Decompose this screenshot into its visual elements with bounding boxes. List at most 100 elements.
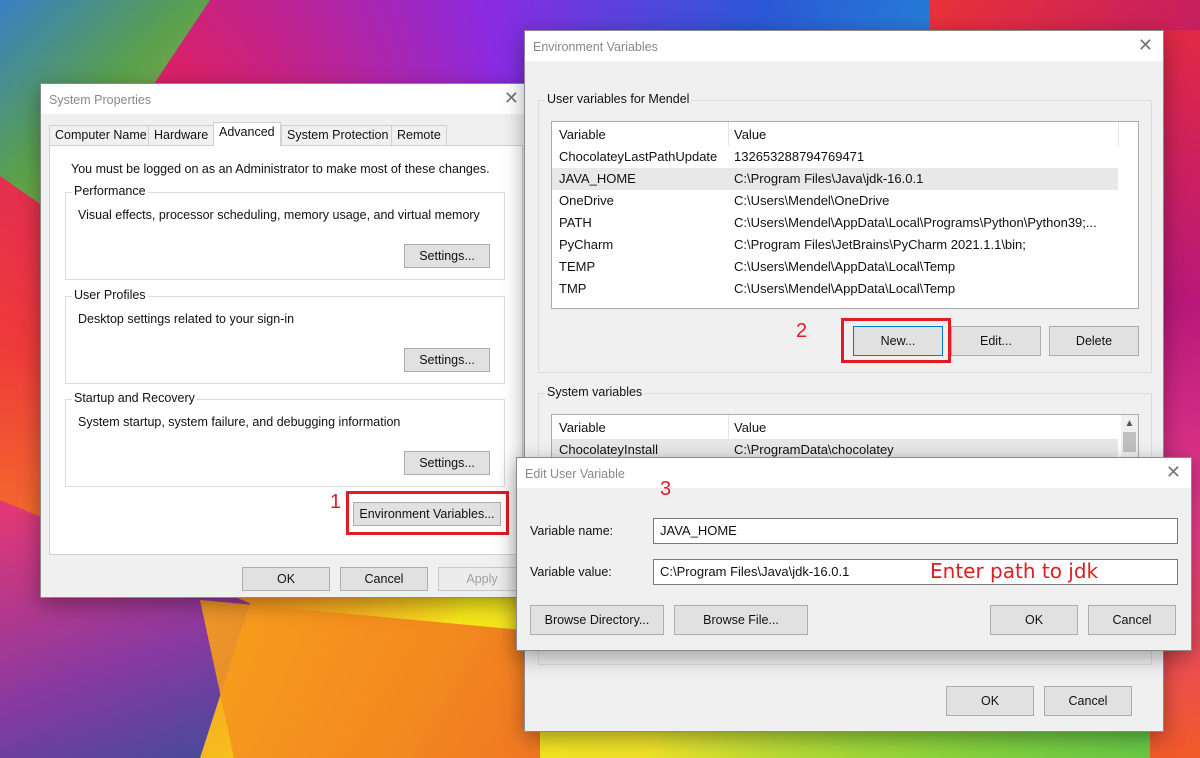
cancel-button[interactable]: Cancel: [1044, 686, 1132, 716]
group-label: Performance: [72, 184, 148, 198]
table-row[interactable]: ChocolateyLastPathUpdate 1326532887947694…: [552, 146, 1118, 168]
variable-name-label: Variable name:: [530, 524, 614, 538]
ok-button[interactable]: OK: [242, 567, 330, 591]
apply-button[interactable]: Apply: [438, 567, 526, 591]
variable-value-cell: C:\Program Files\JetBrains\PyCharm 2021.…: [734, 237, 1026, 252]
table-row[interactable]: PATH C:\Users\Mendel\AppData\Local\Progra…: [552, 212, 1118, 234]
button-label: Browse Directory...: [544, 613, 650, 627]
variable-value-label: Variable value:: [530, 565, 612, 579]
variable-value-input[interactable]: C:\Program Files\Java\jdk-16.0.1: [653, 559, 1178, 585]
startup-recovery-settings-button[interactable]: Settings...: [404, 451, 490, 475]
variable-value-cell: C:\ProgramData\chocolatey: [734, 442, 894, 457]
variable-value-cell: C:\Users\Mendel\AppData\Local\Temp: [734, 281, 956, 296]
user-profiles-description: Desktop settings related to your sign-in: [78, 312, 295, 326]
column-header-variable[interactable]: Variable: [559, 420, 606, 435]
tab-advanced[interactable]: Advanced: [213, 122, 281, 146]
step2-number: 2: [796, 320, 808, 342]
title-bar[interactable]: Edit User Variable ✕: [517, 458, 1191, 488]
user-variables-list[interactable]: Variable Value ChocolateyLastPathUpdate 1…: [551, 121, 1139, 309]
variable-name-cell: ChocolateyLastPathUpdate: [559, 149, 718, 164]
performance-settings-button[interactable]: Settings...: [404, 244, 490, 268]
cancel-button[interactable]: Cancel: [340, 567, 428, 591]
button-label: Cancel: [364, 572, 404, 586]
tab-system-protection[interactable]: System Protection: [281, 125, 395, 145]
button-label: Edit...: [980, 334, 1012, 348]
table-row[interactable]: TEMP C:\Users\Mendel\AppData\Local\Temp: [552, 256, 1118, 278]
title-bar[interactable]: Environment Variables ✕: [525, 31, 1163, 61]
tab-label: Hardware: [154, 128, 209, 142]
column-header-value[interactable]: Value: [734, 420, 766, 435]
wallpaper-shape: [930, 0, 1200, 30]
delete-user-variable-button[interactable]: Delete: [1049, 326, 1139, 356]
tab-hardware[interactable]: Hardware: [148, 125, 215, 145]
edit-user-variable-window: Edit User Variable ✕ Variable name: JAVA…: [516, 457, 1192, 651]
close-icon[interactable]: ✕: [1166, 462, 1181, 483]
button-label: Delete: [1075, 334, 1113, 348]
table-row[interactable]: PyCharm C:\Program Files\JetBrains\PyChar…: [552, 234, 1118, 256]
group-label: User Profiles: [72, 288, 148, 302]
tab-computer-name[interactable]: Computer Name: [49, 125, 153, 145]
edit-user-variable-button[interactable]: Edit...: [951, 326, 1041, 356]
variable-value-cell: C:\Users\Mendel\AppData\Local\Programs\P…: [734, 215, 1097, 230]
group-label: System variables: [545, 385, 645, 399]
step1-number: 1: [330, 491, 342, 513]
variable-value-cell: C:\Users\Mendel\OneDrive: [734, 193, 890, 208]
browse-directory-button[interactable]: Browse Directory...: [530, 605, 664, 635]
user-profiles-group: User Profiles Desktop settings related t…: [65, 288, 505, 384]
step2-highlight: [841, 318, 951, 363]
window-title: Environment Variables: [533, 40, 658, 54]
close-icon[interactable]: ✕: [1138, 35, 1153, 56]
tab-label: Advanced: [219, 125, 275, 139]
tab-strip: Computer Name Hardware Advanced System P…: [49, 122, 519, 147]
step1-highlight: [346, 491, 509, 535]
tab-remote[interactable]: Remote: [391, 125, 447, 145]
group-label: Startup and Recovery: [72, 391, 197, 405]
tab-label: Computer Name: [55, 128, 147, 142]
variable-name-cell: OneDrive: [559, 193, 614, 208]
variable-name-cell: JAVA_HOME: [559, 171, 636, 186]
tab-label: System Protection: [287, 128, 389, 142]
scrollbar-thumb[interactable]: [1123, 432, 1136, 452]
startup-recovery-description: System startup, system failure, and debu…: [78, 415, 401, 429]
button-label: Browse File...: [703, 613, 779, 627]
button-label: OK: [1024, 613, 1044, 627]
variable-name-input[interactable]: JAVA_HOME: [653, 518, 1178, 544]
window-title: Edit User Variable: [525, 467, 625, 481]
button-label: OK: [980, 694, 1000, 708]
column-header-variable[interactable]: Variable: [559, 127, 606, 142]
list-header: Variable Value: [552, 415, 1138, 439]
performance-description: Visual effects, processor scheduling, me…: [78, 208, 480, 222]
admin-note: You must be logged on as an Administrato…: [71, 162, 490, 176]
startup-recovery-group: Startup and Recovery System startup, sys…: [65, 391, 505, 487]
button-label: Settings...: [419, 353, 475, 367]
tab-label: Remote: [397, 128, 441, 142]
ok-button[interactable]: OK: [990, 605, 1078, 635]
step3-number: 3: [660, 478, 672, 500]
list-header: Variable Value: [552, 122, 1138, 146]
close-icon[interactable]: ✕: [504, 88, 519, 109]
variable-name-cell: ChocolateyInstall: [559, 442, 658, 457]
variable-name-cell: PATH: [559, 215, 592, 230]
variable-name-cell: PyCharm: [559, 237, 614, 252]
variable-value-cell: C:\Users\Mendel\AppData\Local\Temp: [734, 259, 956, 274]
button-label: Settings...: [419, 249, 475, 263]
performance-group: Performance Visual effects, processor sc…: [65, 184, 505, 280]
variable-value-cell: C:\Program Files\Java\jdk-16.0.1: [734, 171, 924, 186]
window-title: System Properties: [49, 93, 152, 107]
chevron-up-icon[interactable]: ▲: [1121, 415, 1138, 432]
button-label: Cancel: [1068, 694, 1108, 708]
title-bar[interactable]: System Properties ✕: [41, 84, 529, 114]
column-header-value[interactable]: Value: [734, 127, 766, 142]
variable-value-cell: 132653288794769471: [734, 149, 865, 164]
table-row[interactable]: OneDrive C:\Users\Mendel\OneDrive: [552, 190, 1118, 212]
group-label: User variables for Mendel: [545, 92, 692, 106]
variable-name-cell: TMP: [559, 281, 587, 296]
browse-file-button[interactable]: Browse File...: [674, 605, 808, 635]
button-label: Settings...: [419, 456, 475, 470]
table-row[interactable]: TMP C:\Users\Mendel\AppData\Local\Temp: [552, 278, 1118, 300]
cancel-button[interactable]: Cancel: [1088, 605, 1176, 635]
variable-name-cell: TEMP: [559, 259, 596, 274]
ok-button[interactable]: OK: [946, 686, 1034, 716]
table-row[interactable]: JAVA_HOME C:\Program Files\Java\jdk-16.0.…: [552, 168, 1118, 190]
user-profiles-settings-button[interactable]: Settings...: [404, 348, 490, 372]
